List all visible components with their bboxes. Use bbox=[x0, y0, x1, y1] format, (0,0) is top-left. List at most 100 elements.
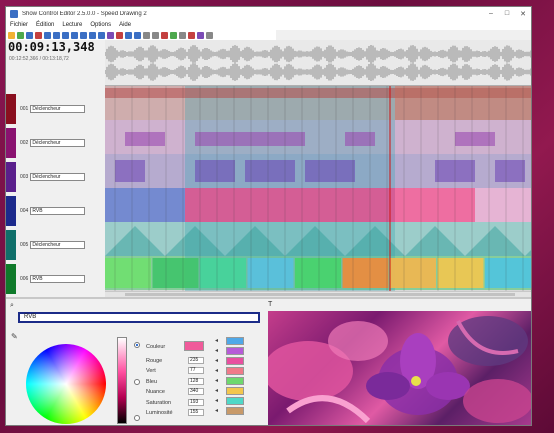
track-header[interactable]: 005 Déclencheur bbox=[6, 230, 105, 260]
color-swatch[interactable] bbox=[226, 337, 244, 345]
toolbar-tool-icon[interactable] bbox=[152, 31, 159, 39]
color-swatch[interactable] bbox=[226, 357, 244, 365]
track-name-field[interactable]: RVB bbox=[30, 207, 86, 215]
toolbar-tool-icon[interactable] bbox=[143, 31, 150, 39]
color-swatch[interactable] bbox=[226, 387, 244, 395]
track-color-chip[interactable] bbox=[6, 264, 16, 294]
menu-bar: Fichier Édition Lecture Options Aide bbox=[6, 20, 531, 30]
scrollbar-thumb[interactable] bbox=[125, 293, 515, 296]
apply-swatch-icon[interactable]: ◂ bbox=[215, 347, 223, 357]
toolbar-tool-icon[interactable] bbox=[89, 31, 96, 39]
track-header[interactable]: 002 Déclencheur bbox=[6, 128, 105, 158]
saturation-value-input[interactable]: 193 bbox=[188, 399, 204, 406]
audio-waveform[interactable] bbox=[104, 40, 531, 86]
brightness-slider[interactable] bbox=[117, 337, 127, 424]
timeline-block bbox=[125, 132, 165, 146]
timeline-block bbox=[485, 258, 531, 288]
track-number: 003 bbox=[20, 174, 29, 180]
toolbar-tool-icon[interactable] bbox=[62, 31, 69, 39]
track-name-field[interactable]: Déclencheur bbox=[30, 241, 86, 249]
track-header[interactable]: 003 Déclencheur bbox=[6, 162, 105, 192]
track-header[interactable]: 004 RVB bbox=[6, 196, 105, 226]
apply-swatch-icon[interactable]: ◂ bbox=[215, 377, 223, 387]
timeline-block bbox=[255, 132, 305, 146]
apply-swatch-icon[interactable]: ◂ bbox=[215, 367, 223, 377]
toolbar-tool-icon[interactable] bbox=[26, 31, 33, 39]
title-bar[interactable]: Show Control Editor 2.5.0.0 - Speed Draw… bbox=[6, 7, 531, 20]
maximize-button[interactable]: □ bbox=[499, 10, 515, 17]
effect-type-field[interactable]: RVB bbox=[18, 312, 260, 323]
toolbar-tool-icon[interactable] bbox=[206, 31, 213, 39]
toolbar-tool-icon[interactable] bbox=[125, 31, 132, 39]
red-value-input[interactable]: 235 bbox=[188, 357, 204, 364]
menu-edit[interactable]: Édition bbox=[36, 22, 54, 28]
prop-saturation: Saturation 193 bbox=[146, 398, 204, 407]
track-header[interactable]: 006 RVB bbox=[6, 264, 105, 294]
track-name-field[interactable]: Déclencheur bbox=[30, 139, 86, 147]
toolbar-tool-icon[interactable] bbox=[161, 31, 168, 39]
toolbar-tool-icon[interactable] bbox=[35, 31, 42, 39]
green-value-input[interactable]: 77 bbox=[188, 367, 204, 374]
toolbar-tool-icon[interactable] bbox=[170, 31, 177, 39]
timeline-block bbox=[195, 132, 255, 146]
duration-display: 00:12:52,366 / 00:13:18,72 bbox=[9, 56, 69, 62]
close-button[interactable]: ✕ bbox=[515, 10, 531, 18]
timeline-block bbox=[475, 188, 531, 222]
color-swatch[interactable] bbox=[226, 367, 244, 375]
color-swatch[interactable] bbox=[226, 347, 244, 355]
toolbar-tool-icon[interactable] bbox=[71, 31, 78, 39]
track-header[interactable]: 001 Déclencheur bbox=[6, 94, 105, 124]
hue-value-input[interactable]: 340 bbox=[188, 388, 204, 395]
track-color-chip[interactable] bbox=[6, 230, 16, 260]
eyedropper-icon[interactable]: ✎ bbox=[11, 332, 18, 341]
luminosity-value-input[interactable]: 155 bbox=[188, 409, 204, 416]
track-name-field[interactable]: Déclencheur bbox=[30, 173, 86, 181]
prop-label: Nuance bbox=[146, 388, 165, 395]
menu-options[interactable]: Options bbox=[90, 22, 111, 28]
apply-swatch-icon[interactable]: ◂ bbox=[215, 387, 223, 397]
apply-swatch-icon[interactable]: ◂ bbox=[215, 397, 223, 407]
timeline[interactable] bbox=[105, 86, 531, 291]
menu-help[interactable]: Aide bbox=[119, 22, 131, 28]
color-swatch[interactable] bbox=[226, 407, 244, 415]
toolbar-tool-icon[interactable] bbox=[116, 31, 123, 39]
track-number: 004 bbox=[20, 208, 29, 214]
mode-radio-hsl[interactable] bbox=[134, 415, 140, 421]
toolbar-tool-icon[interactable] bbox=[44, 31, 51, 39]
track-number: 002 bbox=[20, 140, 29, 146]
toolbar-tool-icon[interactable] bbox=[17, 31, 24, 39]
toolbar-tool-icon[interactable] bbox=[80, 31, 87, 39]
track-color-chip[interactable] bbox=[6, 162, 16, 192]
track-name-field[interactable]: Déclencheur bbox=[30, 105, 86, 113]
mode-radio-rgb[interactable] bbox=[134, 379, 140, 385]
prop-label: Bleu bbox=[146, 378, 158, 385]
apply-swatch-icon[interactable]: ◂ bbox=[215, 357, 223, 367]
color-swatch[interactable] bbox=[226, 397, 244, 405]
mode-radio-color[interactable] bbox=[134, 342, 140, 348]
track-color-chip[interactable] bbox=[6, 94, 16, 124]
prop-label: Vert bbox=[146, 367, 156, 374]
toolbar-tool-icon[interactable] bbox=[134, 31, 141, 39]
minimize-button[interactable]: – bbox=[483, 10, 499, 17]
track-number: 001 bbox=[20, 106, 29, 112]
blue-value-input[interactable]: 128 bbox=[188, 378, 204, 385]
toolbar-tool-icon[interactable] bbox=[179, 31, 186, 39]
toolbar-tool-icon[interactable] bbox=[188, 31, 195, 39]
toolbar-tool-icon[interactable] bbox=[98, 31, 105, 39]
toolbar-tool-icon[interactable] bbox=[197, 31, 204, 39]
track-color-chip[interactable] bbox=[6, 196, 16, 226]
toolbar-tool-icon[interactable] bbox=[53, 31, 60, 39]
prop-label: Luminosité bbox=[146, 409, 173, 416]
apply-swatch-icon[interactable]: ◂ bbox=[215, 337, 223, 347]
menu-playback[interactable]: Lecture bbox=[62, 22, 82, 28]
toolbar-tool-icon[interactable] bbox=[107, 31, 114, 39]
timeline-block bbox=[195, 160, 235, 182]
toolbar-tool-icon[interactable] bbox=[8, 31, 15, 39]
apply-swatch-icon[interactable]: ◂ bbox=[215, 407, 223, 417]
color-swatch[interactable] bbox=[226, 377, 244, 385]
track-color-chip[interactable] bbox=[6, 128, 16, 158]
color-wheel[interactable] bbox=[26, 344, 106, 424]
timeline-block bbox=[105, 258, 151, 288]
menu-file[interactable]: Fichier bbox=[10, 22, 28, 28]
track-name-field[interactable]: RVB bbox=[30, 275, 86, 283]
